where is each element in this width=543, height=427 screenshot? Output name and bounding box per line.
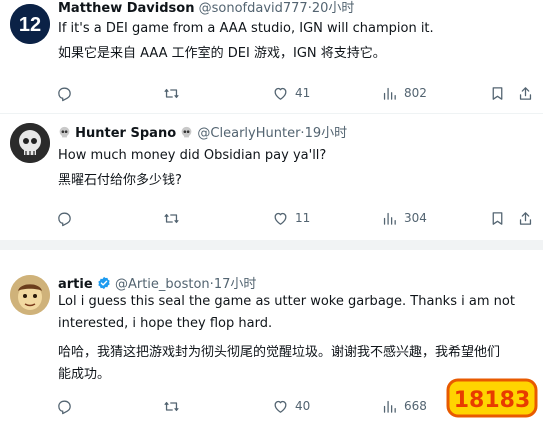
avatar[interactable]: 12 — [10, 4, 50, 44]
timestamp[interactable]: 17小时 — [214, 277, 257, 292]
views-button[interactable]: 304 — [381, 208, 427, 228]
reply-icon — [58, 400, 71, 414]
like-icon — [274, 87, 287, 100]
like-button[interactable]: 41 — [272, 83, 310, 103]
retweet-icon — [164, 88, 179, 98]
tweet-text-line: interested, i hope they flop hard. — [58, 316, 273, 331]
tweet-actions: 11 304 — [56, 208, 536, 228]
bookmark-button[interactable] — [489, 83, 506, 103]
skull-avatar-icon — [10, 123, 50, 163]
avatar[interactable] — [10, 123, 50, 163]
tweet-header: Hunter Spano @ClearlyHunter·19小时 — [58, 126, 347, 142]
display-name[interactable]: Matthew Davidson — [58, 1, 194, 16]
tweet-text-line: Lol i guess this seal the game as utter … — [58, 294, 515, 309]
bookmark-icon — [492, 86, 503, 100]
skull-emoji-icon — [59, 126, 70, 138]
like-button[interactable]: 40 — [272, 396, 310, 416]
tweet-1[interactable]: 12 Matthew Davidson @sonofdavid777·20小时 … — [0, 0, 543, 113]
share-button[interactable] — [517, 208, 534, 228]
views-icon — [383, 400, 396, 413]
handle[interactable]: @Artie_boston — [115, 277, 210, 292]
views-button[interactable]: 668 — [381, 396, 427, 416]
retweet-button[interactable] — [163, 208, 180, 228]
handle[interactable]: @sonofdavid777 — [199, 1, 308, 16]
like-count: 11 — [295, 211, 311, 225]
views-button[interactable]: 802 — [381, 83, 427, 103]
views-icon — [383, 212, 396, 225]
retweet-icon — [164, 213, 179, 223]
tweet-text-line: 哈哈，我猜这把游戏封为彻头彻尾的觉醒垃圾。谢谢我不感兴趣，我希望他们 — [58, 345, 501, 360]
tweet-text-line: 如果它是来自 AAA 工作室的 DEI 游戏，IGN 将支持它。 — [58, 46, 386, 61]
reply-button[interactable] — [56, 396, 73, 416]
display-name[interactable]: Hunter Spano — [75, 126, 176, 141]
tweet-text-line: 黑曜石付给你多少钱? — [58, 173, 182, 188]
view-count: 668 — [404, 399, 427, 413]
avatar-label: 12 — [19, 14, 41, 36]
reply-icon — [58, 87, 71, 101]
reply-button[interactable] — [56, 83, 73, 103]
tweet-text-line: 能成功。 — [58, 367, 111, 382]
tweet-text-line: If it's a DEI game from a AAA studio, IG… — [58, 21, 434, 36]
share-button[interactable] — [517, 83, 534, 103]
retweet-button[interactable] — [163, 396, 180, 416]
seahawks-12-avatar-icon: 12 — [10, 4, 50, 44]
watermark-text: 18183 — [454, 388, 531, 413]
cartoon-avatar-icon — [10, 275, 50, 315]
tweet-text-line: How much money did Obsidian pay ya'll? — [58, 148, 327, 163]
view-count: 304 — [404, 211, 427, 225]
view-count: 802 — [404, 86, 427, 100]
like-icon — [274, 212, 287, 225]
avatar[interactable] — [10, 275, 50, 315]
bookmark-button[interactable] — [489, 208, 506, 228]
like-icon — [274, 400, 287, 413]
retweet-icon — [164, 401, 179, 411]
like-count: 40 — [295, 399, 311, 413]
timestamp[interactable]: 20小时 — [312, 1, 355, 16]
bookmark-icon — [492, 211, 503, 225]
share-icon — [519, 211, 532, 225]
display-name[interactable]: artie — [58, 277, 93, 292]
views-icon — [383, 87, 396, 100]
like-button[interactable]: 11 — [272, 208, 310, 228]
reply-button[interactable] — [56, 208, 73, 228]
thread-divider — [0, 240, 543, 250]
reply-icon — [58, 212, 71, 226]
handle[interactable]: @ClearlyHunter — [197, 126, 300, 141]
tweet-2[interactable]: Hunter Spano @ClearlyHunter·19小时 How muc… — [0, 113, 543, 238]
like-count: 41 — [295, 86, 311, 100]
tweet-header: Matthew Davidson @sonofdavid777·20小时 — [58, 1, 354, 17]
tweet-actions: 41 802 — [56, 83, 536, 103]
site-watermark-logo: 18183 — [446, 374, 538, 422]
skull-emoji-icon — [181, 126, 192, 138]
verified-badge-icon — [98, 276, 110, 290]
share-icon — [519, 86, 532, 100]
retweet-button[interactable] — [163, 83, 180, 103]
timestamp[interactable]: 19小时 — [305, 126, 348, 141]
